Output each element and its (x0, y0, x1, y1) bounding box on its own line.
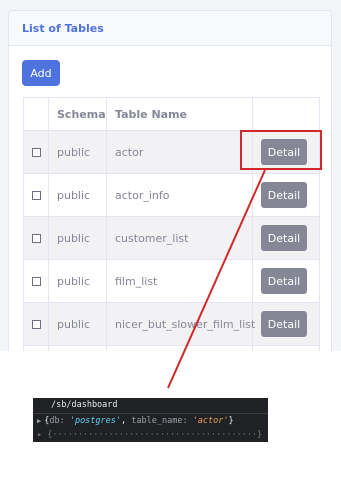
arrow-line (167, 169, 266, 389)
console-url: /sb/dashboard (33, 398, 268, 414)
expand-triangle-icon[interactable]: ▶ (37, 417, 41, 425)
devtools-console: /sb/dashboard ▶ {db: 'postgres', table_na… (33, 398, 268, 442)
console-log-line[interactable]: ▶ {db: 'postgres', table_name: 'actor'} (33, 414, 268, 428)
console-truncated-line: ▸ {·····································… (37, 430, 263, 440)
